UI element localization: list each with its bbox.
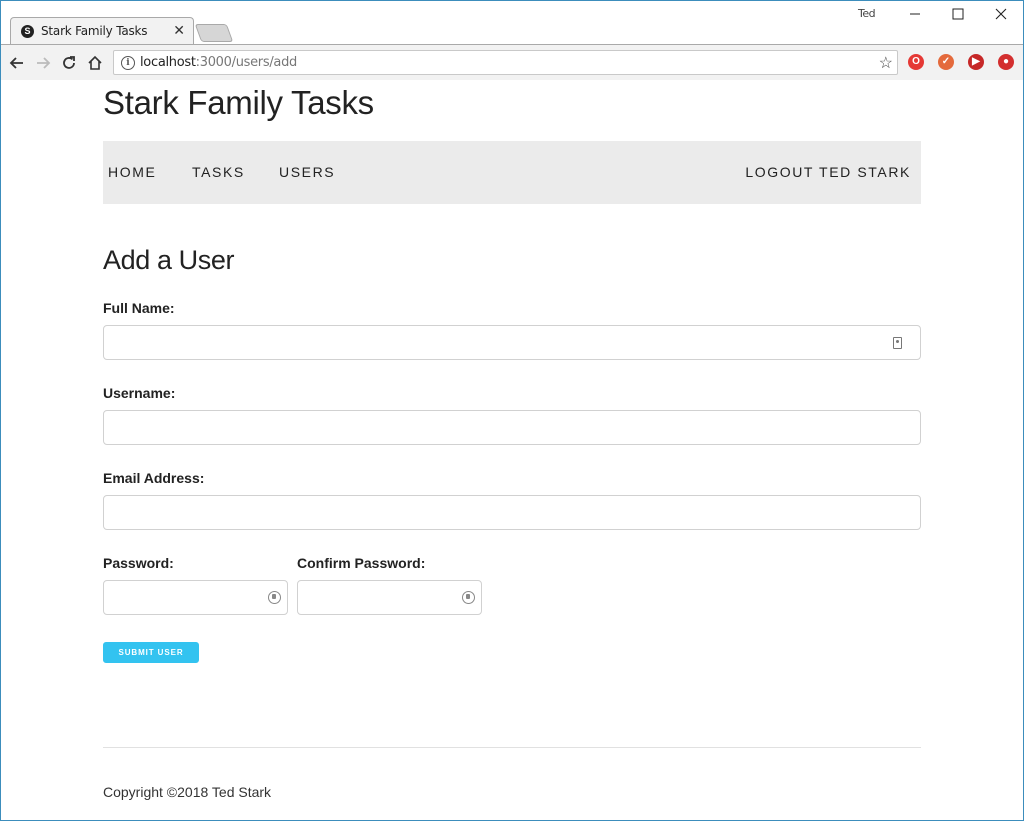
reload-icon[interactable] [59, 53, 79, 73]
form-heading: Add a User [103, 245, 235, 275]
confirm-password-label: Confirm Password: [297, 555, 426, 571]
new-tab-button[interactable] [194, 24, 234, 42]
nav-home-link[interactable]: Home [108, 164, 156, 180]
maximize-icon[interactable] [943, 4, 973, 24]
browser-titlebar: S Stark Family Tasks ✕ Ted [0, 0, 1024, 44]
profile-button[interactable]: Ted [858, 7, 876, 20]
opera-icon[interactable]: O [908, 54, 924, 70]
youtube-icon[interactable]: ▶ [968, 54, 984, 70]
browser-toolbar: i localhost:3000/users/add ☆ O ✓ ▶ ● ⋮ [0, 44, 1024, 80]
address-bar[interactable]: i localhost:3000/users/add ☆ [113, 50, 898, 75]
username-label: Username: [103, 385, 176, 401]
forward-arrow-icon[interactable] [33, 53, 53, 73]
tab-title: Stark Family Tasks [41, 24, 148, 38]
back-arrow-icon[interactable] [7, 53, 27, 73]
nav-logout-link[interactable]: Logout Ted Stark [745, 164, 911, 180]
browser-tab[interactable]: S Stark Family Tasks ✕ [10, 17, 194, 44]
submit-user-button[interactable]: Submit User [103, 642, 199, 663]
bookmark-star-icon[interactable]: ☆ [879, 53, 893, 73]
url-text: localhost:3000/users/add [140, 55, 297, 70]
ext-red-circle-icon[interactable]: ● [998, 54, 1014, 70]
site-title: Stark Family Tasks [103, 84, 374, 121]
copyright-text: Copyright ©2018 Ted Stark [103, 784, 272, 800]
full-name-input[interactable] [103, 325, 921, 360]
site-info-icon[interactable]: i [121, 56, 135, 70]
url-host: localhost [140, 55, 196, 70]
password-manager-icon[interactable] [268, 591, 281, 604]
window-close-icon[interactable] [986, 4, 1016, 24]
full-name-label: Full Name: [103, 300, 175, 316]
site-favicon-icon: S [21, 25, 34, 38]
contact-card-icon[interactable] [893, 337, 902, 349]
main-navbar: Home Tasks Users Logout Ted Stark [103, 141, 921, 204]
ext-red-icon[interactable]: ✓ [938, 54, 954, 70]
confirm-password-input[interactable] [297, 580, 482, 615]
tab-close-icon[interactable]: ✕ [173, 22, 185, 38]
footer-divider [103, 747, 921, 748]
password-manager-icon[interactable] [462, 591, 475, 604]
email-label: Email Address: [103, 470, 205, 486]
email-input[interactable] [103, 495, 921, 530]
nav-users-link[interactable]: Users [279, 164, 335, 180]
nav-tasks-link[interactable]: Tasks [192, 164, 245, 180]
browser-menu-icon[interactable]: ⋮ [1017, 53, 1024, 73]
username-input[interactable] [103, 410, 921, 445]
home-icon[interactable] [85, 53, 105, 73]
password-label: Password: [103, 555, 174, 571]
password-input[interactable] [103, 580, 288, 615]
url-path: :3000/users/add [195, 55, 298, 70]
minimize-icon[interactable] [900, 4, 930, 24]
